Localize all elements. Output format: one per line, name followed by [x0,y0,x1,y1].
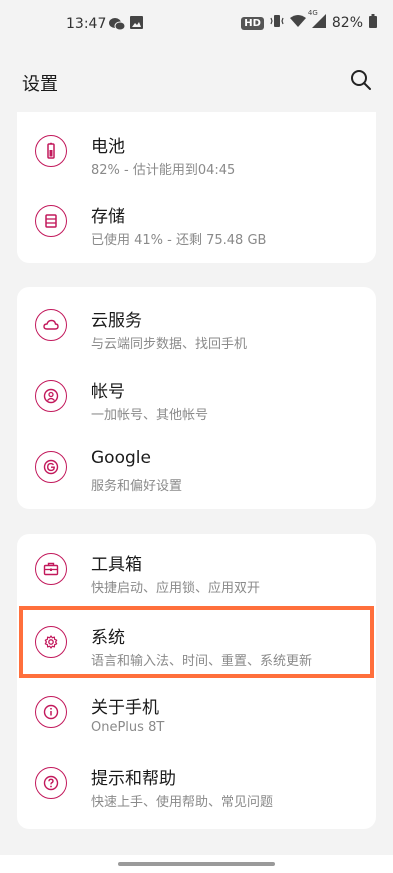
settings-item-system[interactable]: 系统 语言和输入法、时间、重置、系统更新 [17,612,376,682]
settings-item-subtitle: 已使用 41% - 还剩 75.48 GB [91,233,267,248]
status-time: 13:47 [66,16,107,32]
storage-icon [35,205,67,237]
settings-card-accounts: 云服务 与云端同步数据、找回手机 帐号 一加帐号、其他帐号 Google 服务和… [17,287,376,509]
settings-item-toolbox[interactable]: 工具箱 快捷启动、应用锁、应用双开 [17,539,376,609]
settings-item-subtitle: 82% - 估计能用到04:45 [91,163,236,178]
help-icon [35,767,67,799]
settings-item-title: 系统 [91,628,125,648]
page-title: 设置 [22,74,58,95]
settings-item-google[interactable]: Google 服务和偏好设置 [17,437,376,507]
signal-icon: 4G [308,9,326,32]
settings-item-title: 存储 [91,207,125,227]
google-icon [35,451,67,483]
settings-item-subtitle: 一加帐号、其他帐号 [91,408,209,423]
settings-item-title: Google [91,448,151,468]
settings-item-help[interactable]: 提示和帮助 快速上手、使用帮助、常见问题 [17,753,376,823]
battery-icon [35,135,67,167]
settings-card-device: 电池 82% - 估计能用到04:45 存储 已使用 41% - 还剩 75.4… [17,112,376,263]
cloud-icon [35,309,67,341]
status-bar: 13:47 HD 4G 82% [0,0,393,50]
settings-item-cloud[interactable]: 云服务 与云端同步数据、找回手机 [17,295,376,365]
account-icon [35,380,67,412]
settings-item-about[interactable]: 关于手机 OnePlus 8T [17,682,376,752]
gear-icon [35,626,67,658]
battery-percent: 82% [331,15,363,31]
settings-item-account[interactable]: 帐号 一加帐号、其他帐号 [17,366,376,436]
settings-item-title: 关于手机 [91,698,159,718]
settings-item-subtitle: 与云端同步数据、找回手机 [91,337,248,352]
search-icon[interactable] [349,68,373,92]
wechat-icon [108,16,126,36]
settings-item-title: 帐号 [91,382,125,402]
settings-item-title: 工具箱 [91,555,142,575]
settings-card-system: 工具箱 快捷启动、应用锁、应用双开 系统 语言和输入法、时间、重置、系统更新 关… [17,534,376,829]
info-icon [35,696,67,728]
hd-badge: HD [241,16,264,30]
settings-item-storage[interactable]: 存储 已使用 41% - 还剩 75.48 GB [17,191,376,261]
settings-item-battery[interactable]: 电池 82% - 估计能用到04:45 [17,121,376,191]
toolbox-icon [35,553,67,585]
settings-item-subtitle: 快捷启动、应用锁、应用双开 [91,581,261,596]
home-indicator[interactable] [118,862,275,866]
settings-item-subtitle: 服务和偏好设置 [91,479,183,494]
vibrate-icon [270,14,284,32]
battery-status-icon [369,14,377,32]
settings-item-subtitle: OnePlus 8T [91,720,165,735]
wifi-icon [289,14,306,32]
gallery-icon [130,16,143,33]
settings-item-title: 提示和帮助 [91,769,176,789]
page-header: 设置 [0,60,393,104]
settings-item-title: 云服务 [91,311,142,331]
settings-item-subtitle: 语言和输入法、时间、重置、系统更新 [91,654,313,669]
settings-item-subtitle: 快速上手、使用帮助、常见问题 [91,795,274,810]
settings-item-title: 电池 [91,137,125,157]
